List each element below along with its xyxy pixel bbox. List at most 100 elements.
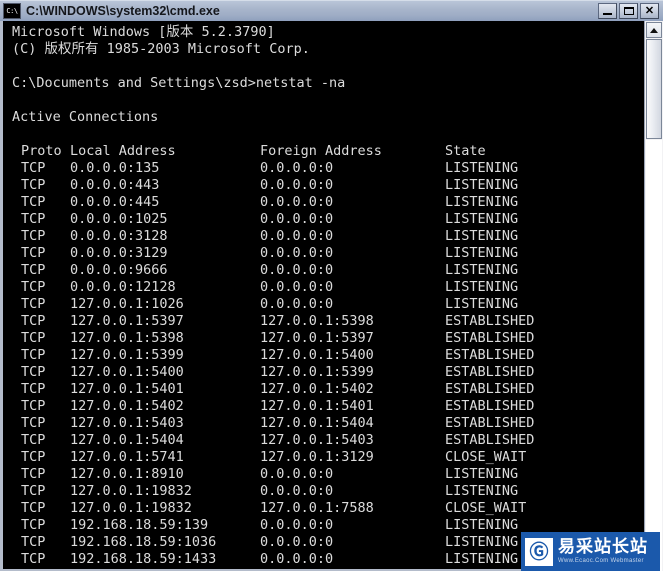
- state-cell: ESTABLISHED: [445, 398, 535, 414]
- console-output[interactable]: Microsoft Windows [版本 5.2.3790] (C) 版权所有 …: [3, 21, 635, 569]
- state-cell: LISTENING: [445, 483, 519, 499]
- window-titlebar[interactable]: C:\ C:\WINDOWS\system32\cmd.exe ✕: [0, 0, 663, 21]
- table-row: TCP 0.0.0.0:1025 0.0.0.0:0 LISTENING: [12, 211, 635, 228]
- state-cell: LISTENING: [445, 211, 519, 227]
- state-cell: State: [445, 143, 486, 159]
- minimize-button[interactable]: [598, 3, 617, 19]
- proto-cell: TCP: [21, 211, 46, 227]
- foreign-address-cell: 0.0.0.0:0: [260, 228, 334, 244]
- state-cell: ESTABLISHED: [445, 432, 535, 448]
- state-cell: LISTENING: [445, 245, 519, 261]
- vertical-scrollbar[interactable]: [644, 21, 663, 571]
- proto-cell: TCP: [21, 483, 46, 499]
- foreign-address-cell: 0.0.0.0:0: [260, 551, 334, 567]
- local-address-cell: 0.0.0.0:443: [70, 177, 160, 193]
- scroll-up-arrow-icon[interactable]: [646, 22, 662, 38]
- table-row: TCP 0.0.0.0:3128 0.0.0.0:0 LISTENING: [12, 228, 635, 245]
- proto-cell: TCP: [21, 279, 46, 295]
- state-cell: ESTABLISHED: [445, 415, 535, 431]
- foreign-address-cell: 127.0.0.1:7588: [260, 500, 374, 516]
- table-row: TCP 127.0.0.1:5402 127.0.0.1:5401 ESTABLISH…: [12, 398, 635, 415]
- foreign-address-cell: 127.0.0.1:5398: [260, 313, 374, 329]
- state-cell: CLOSE_WAIT: [445, 500, 527, 516]
- prompt-command-line: C:\Documents and Settings\zsd>netstat -n…: [12, 75, 346, 91]
- watermark-text-group: 易采站长站 Www.Ecaoc.Com Webmaster: [558, 536, 648, 566]
- proto-cell: TCP: [21, 432, 46, 448]
- proto-cell: TCP: [21, 517, 46, 533]
- local-address-cell: 192.168.18.59:1036: [70, 534, 217, 550]
- proto-cell: TCP: [21, 364, 46, 380]
- foreign-address-cell: 127.0.0.1:5403: [260, 432, 374, 448]
- local-address-cell: 127.0.0.1:5399: [70, 347, 184, 363]
- table-row: TCP 127.0.0.1:19832 0.0.0.0:0 LISTENING: [12, 483, 635, 500]
- copyright-line: (C) 版权所有 1985-2003 Microsoft Corp.: [12, 41, 310, 57]
- state-cell: LISTENING: [445, 551, 519, 567]
- proto-cell: TCP: [21, 160, 46, 176]
- table-row: TCP 127.0.0.1:1026 0.0.0.0:0 LISTENING: [12, 296, 635, 313]
- maximize-button[interactable]: [619, 3, 638, 19]
- local-address-cell: 0.0.0.0:135: [70, 160, 160, 176]
- table-row: TCP 127.0.0.1:5398 127.0.0.1:5397 ESTABLISH…: [12, 330, 635, 347]
- table-row: TCP 127.0.0.1:5741 127.0.0.1:3129 CLOSE_WAI…: [12, 449, 635, 466]
- local-address-cell: 127.0.0.1:1026: [70, 296, 184, 312]
- local-address-cell: 192.168.18.59:1433: [70, 551, 217, 567]
- watermark-badge: Ⓖ 易采站长站 Www.Ecaoc.Com Webmaster: [521, 532, 660, 571]
- proto-cell: TCP: [21, 313, 46, 329]
- table-row: TCP 127.0.0.1:5403 127.0.0.1:5404 ESTABLISH…: [12, 415, 635, 432]
- proto-cell: TCP: [21, 398, 46, 414]
- window-controls: ✕: [598, 3, 659, 19]
- foreign-address-cell: 127.0.0.1:5400: [260, 347, 374, 363]
- foreign-address-cell: 0.0.0.0:0: [260, 177, 334, 193]
- scrollbar-thumb[interactable]: [646, 39, 662, 139]
- foreign-address-cell: 0.0.0.0:0: [260, 160, 334, 176]
- state-cell: ESTABLISHED: [445, 381, 535, 397]
- watermark-logo-icon: Ⓖ: [525, 537, 553, 566]
- table-row: TCP 0.0.0.0:445 0.0.0.0:0 LISTENING: [12, 194, 635, 211]
- foreign-address-cell: 0.0.0.0:0: [260, 262, 334, 278]
- active-connections-title: Active Connections: [12, 109, 159, 125]
- close-button[interactable]: ✕: [640, 3, 659, 19]
- state-cell: LISTENING: [445, 262, 519, 278]
- table-row: TCP 127.0.0.1:19832 127.0.0.1:7588 CLOSE_WA…: [12, 500, 635, 517]
- proto-cell: TCP: [21, 449, 46, 465]
- proto-cell: TCP: [21, 568, 45, 569]
- proto-cell: TCP: [21, 194, 46, 210]
- foreign-address-cell: 127.0.0.1:5399: [260, 364, 374, 380]
- proto-cell: TCP: [21, 245, 46, 261]
- proto-cell: TCP: [21, 534, 46, 550]
- local-address-cell: 127.0.0.1:19832: [70, 500, 192, 516]
- local-address-cell: 0.0.0.0:3129: [70, 245, 168, 261]
- state-cell: LISTENING: [445, 160, 519, 176]
- foreign-address-cell: 0.0.0.0:0: [260, 279, 334, 295]
- foreign-address-cell: 0.0.0.0:0: [260, 194, 334, 210]
- state-cell: LISTENING: [445, 517, 519, 533]
- local-address-cell: Local Address: [70, 143, 176, 159]
- foreign-address-cell: 0.0.0.0:0: [260, 245, 334, 261]
- foreign-address-cell: 0.0.0.0:0: [260, 483, 334, 499]
- state-cell: ESTABLISHED: [445, 347, 535, 363]
- local-address-cell: 127.0.0.1:19832: [70, 483, 192, 499]
- state-cell: ESTABLISHED: [445, 364, 535, 380]
- local-address-cell: 0.0.0.0:12128: [70, 279, 176, 295]
- state-cell: ESTABLISHED: [445, 313, 535, 329]
- triangle-up-icon: [650, 28, 658, 33]
- table-row: TCP 0.0.0.0:135 0.0.0.0:0 LISTENING: [12, 160, 635, 177]
- proto-cell: Proto: [21, 143, 62, 159]
- local-address-cell: 127.0.0.1:5741: [70, 449, 184, 465]
- proto-cell: TCP: [21, 500, 46, 516]
- watermark-main-text: 易采站长站: [558, 536, 648, 557]
- foreign-address-cell: 0.0.0.0:0: [260, 466, 334, 482]
- state-cell: LISTENING: [445, 194, 519, 210]
- table-row: TCP 0.0.0.0:12128 0.0.0.0:0 LISTENING: [12, 279, 635, 296]
- proto-cell: TCP: [21, 466, 46, 482]
- scrollbar-track[interactable]: [646, 140, 662, 571]
- table-row: TCP 127.0.0.1:8910 0.0.0.0:0 LISTENING: [12, 466, 635, 483]
- proto-cell: TCP: [21, 347, 46, 363]
- state-cell: LISTENING: [445, 296, 519, 312]
- foreign-address-cell: 0.0.0.0:0: [260, 534, 334, 550]
- table-row: TCP 127.0.0.1:5400 127.0.0.1:5399 ESTABLISH…: [12, 364, 635, 381]
- local-address-cell: 127.0.0.1:5402: [70, 398, 184, 414]
